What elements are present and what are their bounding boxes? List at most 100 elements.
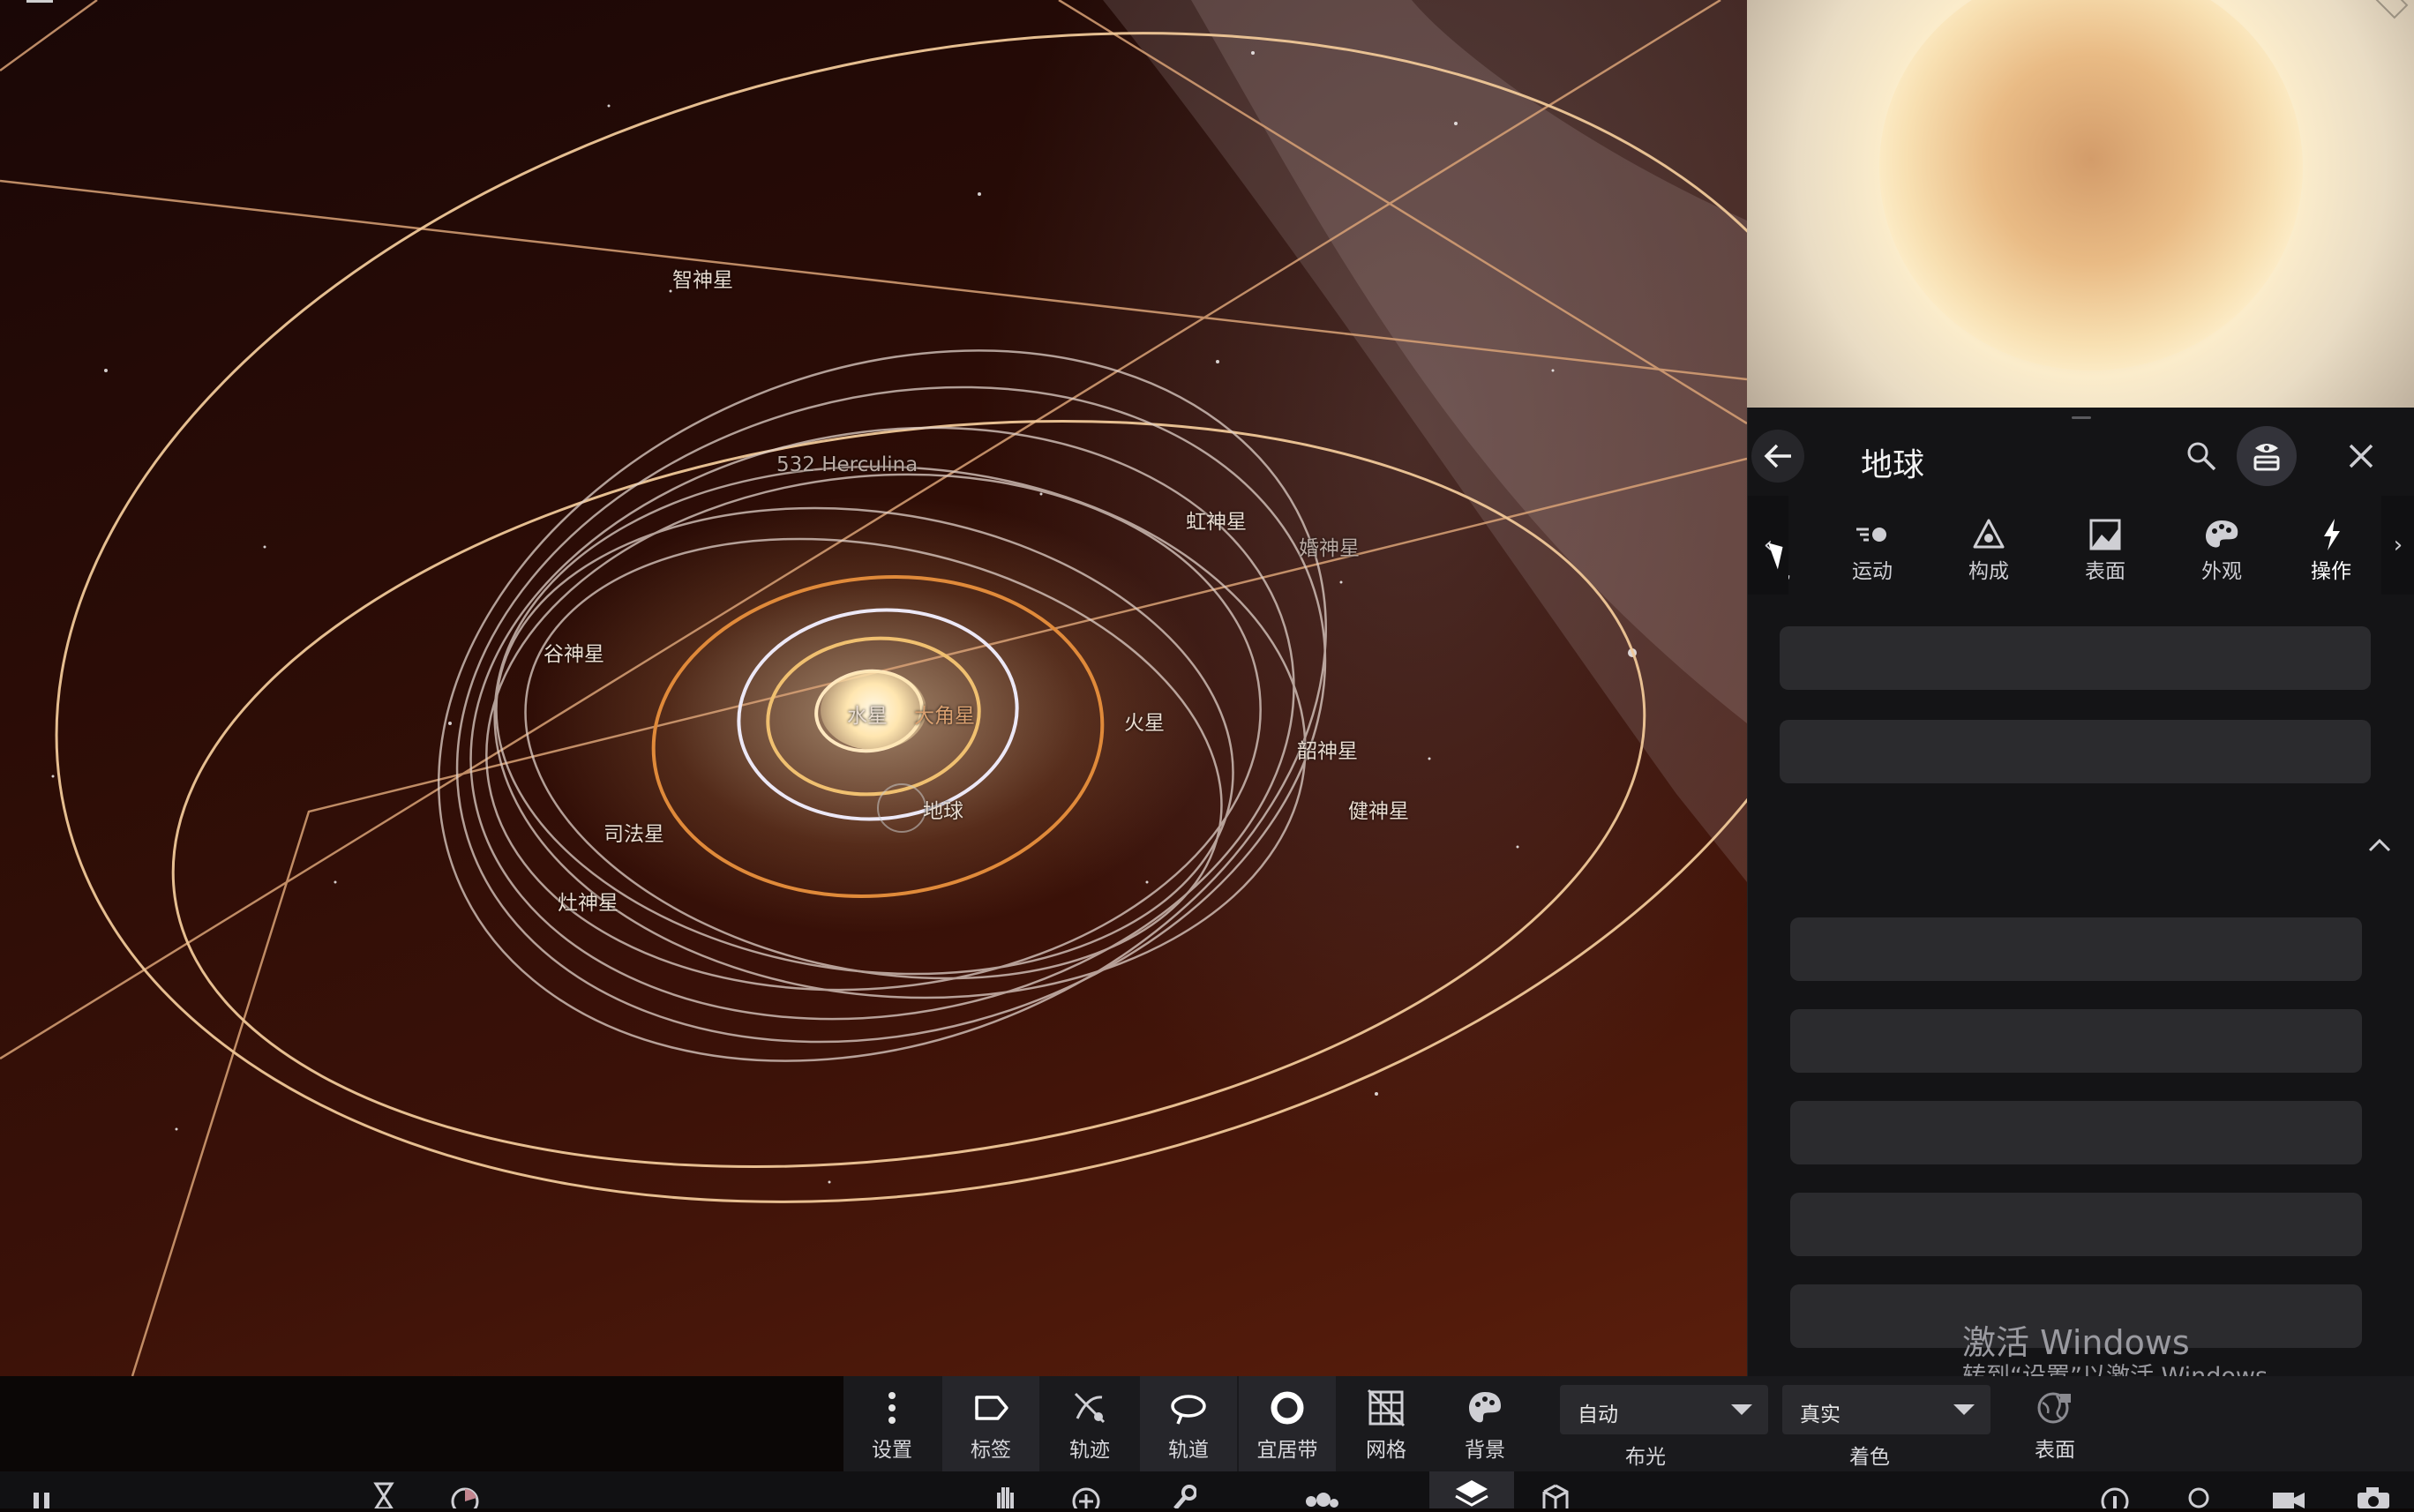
search-button[interactable] xyxy=(2175,430,2228,483)
space-viewport[interactable]: 水星 大角星 地球 火星 谷神星 智神星 532 Herculina 虹神星 婚… xyxy=(0,0,1747,1376)
background-toggle[interactable]: 背景 xyxy=(1436,1376,1533,1471)
expand-icon[interactable] xyxy=(2375,0,2409,19)
composition-icon xyxy=(1973,519,2005,549)
grid-off-icon xyxy=(1367,1388,1406,1427)
tool-label: 轨道 xyxy=(1168,1439,1209,1462)
panel-title: 地球 xyxy=(1861,447,1925,483)
more-vert-icon xyxy=(888,1392,896,1424)
label-ceres[interactable]: 谷神星 xyxy=(544,637,604,667)
label-mars[interactable]: 火星 xyxy=(1124,706,1165,736)
menu-icon[interactable] xyxy=(26,0,53,3)
tab-appearance[interactable]: 外观 xyxy=(2173,496,2270,595)
drag-handle[interactable] xyxy=(2072,416,2091,419)
tab-motion[interactable]: 运动 xyxy=(1824,496,1921,595)
pause-icon[interactable] xyxy=(30,1482,56,1512)
grid-toggle[interactable]: 网格 xyxy=(1338,1376,1435,1471)
surface-toggle[interactable]: 表面 xyxy=(2006,1376,2103,1471)
tab-label: 构成 xyxy=(1968,560,2009,583)
hand-icon[interactable] xyxy=(992,1482,1018,1512)
object-preview[interactable] xyxy=(1747,0,2414,408)
trails-off-icon xyxy=(1074,1392,1106,1424)
action-placeholder[interactable] xyxy=(1790,1193,2362,1256)
search-icon[interactable] xyxy=(2186,1482,2213,1512)
lighting-value: 自动 xyxy=(1578,1403,1618,1426)
coloring-label: 着色 xyxy=(1849,1446,1890,1469)
label-hebe[interactable]: 婚神星 xyxy=(1299,531,1360,561)
watch-eye-icon xyxy=(2253,444,2280,471)
ring-icon xyxy=(1271,1391,1304,1425)
add-circle-icon[interactable] xyxy=(1071,1482,1101,1512)
label-vesta[interactable]: 灶神星 xyxy=(558,886,618,916)
collapse-button[interactable] xyxy=(2362,831,2397,866)
camera-icon[interactable] xyxy=(2356,1482,2391,1512)
trails-toggle[interactable]: 轨迹 xyxy=(1041,1376,1138,1471)
panel-header: 地球 xyxy=(1748,420,2414,499)
orbits-toggle[interactable]: 轨道 xyxy=(1140,1376,1237,1471)
hourglass-icon[interactable] xyxy=(371,1482,397,1512)
chevron-right-icon: › xyxy=(2393,532,2403,558)
preview-star xyxy=(1879,0,2303,371)
time-speed-icon[interactable] xyxy=(450,1482,480,1512)
label-earth[interactable]: 地球 xyxy=(923,794,963,824)
back-button[interactable] xyxy=(1751,430,1804,483)
tab-label: 表面 xyxy=(2085,560,2125,583)
watermark-title: 激活 Windows xyxy=(1962,1323,2190,1362)
watch-button[interactable] xyxy=(2237,426,2297,486)
action-placeholder[interactable] xyxy=(1790,1101,2362,1164)
close-icon xyxy=(2349,444,2373,468)
tool-label: 网格 xyxy=(1366,1439,1406,1462)
tab-composition[interactable]: 构成 xyxy=(1940,496,2037,595)
label-arcturus[interactable]: 大角星 xyxy=(914,699,975,729)
orbit-icon xyxy=(1171,1395,1206,1425)
tool-label: 背景 xyxy=(1465,1439,1505,1462)
coloring-value: 真实 xyxy=(1800,1403,1840,1426)
tab-bar: 概况 运动 构成 表面 xyxy=(1748,496,2414,683)
objects-icon[interactable] xyxy=(1304,1482,1339,1512)
action-placeholder[interactable] xyxy=(1790,917,2362,981)
tabs-scroll-right[interactable]: › xyxy=(2381,496,2414,595)
lighting-label: 布光 xyxy=(1625,1446,1666,1469)
tool-label: 标签 xyxy=(971,1439,1011,1462)
tool-label: 轨迹 xyxy=(1069,1439,1110,1462)
view-toolbar: 设置 标签 轨迹 轨道 宜居带 网格 背景 自动 布光 真实 着色 表面 xyxy=(843,1376,2414,1471)
label-pallas[interactable]: 智神星 xyxy=(672,263,733,293)
surface-icon xyxy=(2089,519,2121,550)
action-placeholder[interactable] xyxy=(1790,1009,2362,1073)
tab-surface[interactable]: 表面 xyxy=(2057,496,2154,595)
habitable-zone-toggle[interactable]: 宜居带 xyxy=(1239,1376,1336,1471)
layers-icon[interactable] xyxy=(1429,1471,1514,1508)
tool-label: 宜居带 xyxy=(1256,1439,1318,1462)
label-herculina[interactable]: 532 Herculina xyxy=(776,453,918,476)
label-mercury[interactable]: 水星 xyxy=(847,699,888,729)
lighting-select[interactable]: 自动 xyxy=(1560,1385,1768,1434)
action-placeholder[interactable] xyxy=(1780,720,2371,783)
arrow-left-icon xyxy=(1764,444,1791,468)
bottom-system-bar xyxy=(0,1471,2414,1512)
settings-button[interactable]: 设置 xyxy=(843,1376,941,1471)
info-icon[interactable] xyxy=(2100,1482,2130,1512)
label-hygiea[interactable]: 健神星 xyxy=(1348,794,1409,824)
cube-icon[interactable] xyxy=(1541,1482,1571,1512)
chevron-up-icon xyxy=(2368,838,2391,852)
info-panel: 地球 概况 xyxy=(1747,408,2414,1376)
palette-icon xyxy=(1469,1392,1501,1423)
search-icon xyxy=(2187,442,2216,471)
label-astraea[interactable]: 司法星 xyxy=(604,817,664,847)
labels-toggle[interactable]: 标签 xyxy=(942,1376,1039,1471)
earth-selection-ring[interactable] xyxy=(877,783,926,833)
chevron-down-icon xyxy=(1731,1404,1752,1415)
coloring-select[interactable]: 真实 xyxy=(1782,1385,1990,1434)
globe-icon xyxy=(2037,1392,2071,1424)
tab-label: 外观 xyxy=(2201,560,2242,583)
label-juno[interactable]: 韶神星 xyxy=(1297,734,1358,764)
tool-label: 表面 xyxy=(2035,1439,2075,1462)
tab-actions[interactable]: 操作 xyxy=(2283,496,2380,595)
tab-label: 运动 xyxy=(1852,560,1893,583)
wrench-icon[interactable] xyxy=(1170,1482,1197,1512)
chevron-down-icon xyxy=(1953,1404,1975,1415)
tab-label: 操作 xyxy=(2311,560,2351,583)
video-camera-icon[interactable] xyxy=(2271,1482,2306,1512)
label-iris[interactable]: 虹神星 xyxy=(1186,505,1247,535)
action-placeholder[interactable] xyxy=(1780,626,2371,690)
close-button[interactable] xyxy=(2335,430,2388,483)
